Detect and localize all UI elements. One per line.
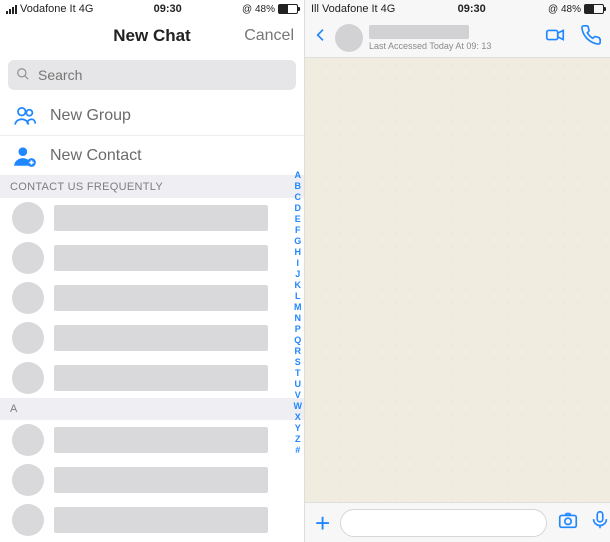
last-access-label: Last Accessed Today At 09: 13 [369, 41, 538, 51]
list-item[interactable] [0, 358, 304, 398]
status-right: @ 48% [548, 4, 604, 15]
page-title: New Chat [113, 26, 190, 46]
index-letter[interactable]: L [294, 291, 303, 302]
chat-body[interactable] [305, 58, 610, 502]
index-letter[interactable]: T [294, 368, 303, 379]
battery-icon [278, 4, 298, 14]
alpha-index[interactable]: ABCDEFGHIJKLMNPQRSTUVWXYZ# [294, 170, 303, 456]
add-contact-icon [12, 143, 38, 169]
status-left: Ill Vodafone It 4G [311, 3, 395, 15]
status-time: 09:30 [458, 3, 486, 15]
index-letter[interactable]: Z [294, 434, 303, 445]
contact-name-placeholder [54, 365, 268, 391]
search-input[interactable] [8, 60, 296, 90]
status-right: @ 48% [242, 4, 298, 15]
avatar [12, 464, 44, 496]
index-letter[interactable]: U [294, 379, 303, 390]
list-item[interactable] [0, 420, 304, 460]
status-bar: Ill Vodafone It 4G 09:30 @ 48% [305, 0, 610, 18]
index-letter[interactable]: G [294, 236, 303, 247]
message-input[interactable] [340, 509, 547, 537]
list-item[interactable] [0, 460, 304, 500]
voice-call-button[interactable] [580, 24, 602, 51]
index-letter[interactable]: Q [294, 335, 303, 346]
section-frequent: CONTACT US FREQUENTLY [0, 176, 304, 198]
avatar [12, 282, 44, 314]
contact-name-placeholder [54, 245, 268, 271]
mic-button[interactable] [589, 509, 610, 536]
new-contact-label: New Contact [50, 147, 142, 165]
index-letter[interactable]: S [294, 357, 303, 368]
carrier-label: Vodafone It 4G [20, 3, 93, 15]
index-letter[interactable]: W [294, 401, 303, 412]
battery-pct: @ 48% [242, 4, 275, 15]
index-letter[interactable]: N [294, 313, 303, 324]
search-wrap [0, 54, 304, 96]
video-call-button[interactable] [544, 24, 566, 51]
index-letter[interactable]: R [294, 346, 303, 357]
contacts-list: New Group New Contact CONTACT US FREQUEN… [0, 96, 304, 542]
camera-button[interactable] [557, 509, 579, 536]
chat-screen: Ill Vodafone It 4G 09:30 @ 48% Last Acce… [305, 0, 610, 542]
contact-name-placeholder [54, 427, 268, 453]
avatar [12, 242, 44, 274]
contact-name-placeholder [54, 285, 268, 311]
index-letter[interactable]: Y [294, 423, 303, 434]
section-a: A [0, 398, 304, 420]
index-letter[interactable]: H [294, 247, 303, 258]
index-letter[interactable]: A [294, 170, 303, 181]
nav-bar: New Chat Cancel [0, 18, 304, 54]
avatar[interactable] [335, 24, 363, 52]
chat-title-area[interactable]: Last Accessed Today At 09: 13 [369, 25, 538, 51]
index-letter[interactable]: J [294, 269, 303, 280]
index-letter[interactable]: F [294, 225, 303, 236]
index-letter[interactable]: I [294, 258, 303, 269]
status-left: Vodafone It 4G [6, 3, 93, 15]
carrier-label: Vodafone It 4G [322, 3, 395, 15]
chat-name-placeholder [369, 25, 469, 39]
back-button[interactable] [313, 24, 329, 52]
new-group-label: New Group [50, 107, 131, 125]
contact-name-placeholder [54, 507, 268, 533]
chat-header: Last Accessed Today At 09: 13 [305, 18, 610, 58]
index-letter[interactable]: X [294, 412, 303, 423]
index-letter[interactable]: K [294, 280, 303, 291]
contact-name-placeholder [54, 467, 268, 493]
new-group-row[interactable]: New Group [0, 96, 304, 136]
group-icon [12, 103, 38, 129]
index-letter[interactable]: M [294, 302, 303, 313]
list-item[interactable] [0, 500, 304, 540]
signal-icon [6, 5, 17, 14]
contact-name-placeholder [54, 205, 268, 231]
index-letter[interactable]: P [294, 324, 303, 335]
avatar [12, 202, 44, 234]
index-letter[interactable]: # [294, 445, 303, 456]
chat-input-bar: + [305, 502, 610, 542]
battery-icon [584, 4, 604, 14]
list-item[interactable] [0, 238, 304, 278]
battery-pct: @ 48% [548, 4, 581, 15]
index-letter[interactable]: V [294, 390, 303, 401]
list-item[interactable] [0, 278, 304, 318]
status-bar: Vodafone It 4G 09:30 @ 48% [0, 0, 304, 18]
status-time: 09:30 [154, 3, 182, 15]
index-letter[interactable]: D [294, 203, 303, 214]
avatar [12, 424, 44, 456]
avatar [12, 362, 44, 394]
contact-name-placeholder [54, 325, 268, 351]
list-item[interactable] [0, 198, 304, 238]
signal-prefix: Ill [311, 3, 319, 15]
index-letter[interactable]: E [294, 214, 303, 225]
cancel-button[interactable]: Cancel [244, 27, 294, 45]
new-chat-screen: Vodafone It 4G 09:30 @ 48% New Chat Canc… [0, 0, 305, 542]
list-item[interactable] [0, 318, 304, 358]
new-contact-row[interactable]: New Contact [0, 136, 304, 176]
avatar [12, 322, 44, 354]
index-letter[interactable]: C [294, 192, 303, 203]
search-icon [16, 67, 30, 86]
avatar [12, 504, 44, 536]
attach-button[interactable]: + [315, 510, 330, 536]
index-letter[interactable]: B [294, 181, 303, 192]
